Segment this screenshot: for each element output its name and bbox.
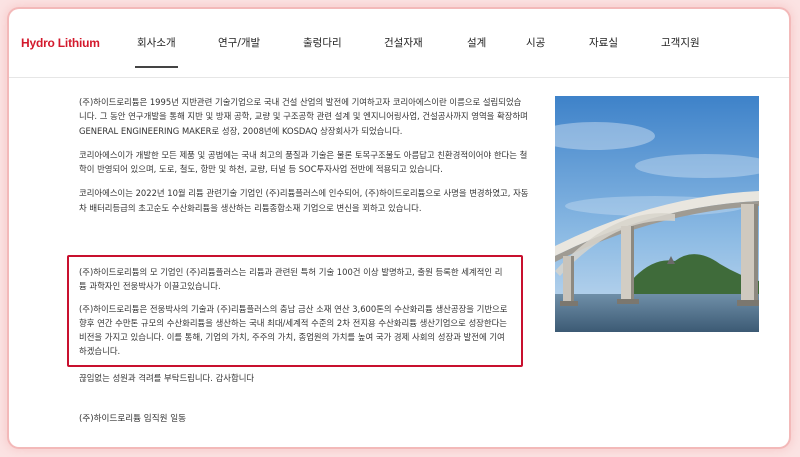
nav-item-support[interactable]: 고객지원 xyxy=(661,35,700,50)
intro-paragraph-1: (주)하이드로리튬은 1995년 지반관련 기술기업으로 국내 건설 산업의 발… xyxy=(79,97,528,136)
closing-text: 끊임없는 성원과 격려를 부탁드립니다. 감사합니다 xyxy=(79,373,255,383)
company-intro-text: (주)하이드로리튬은 1995년 지반관련 기술기업으로 국내 건설 산업의 발… xyxy=(79,95,529,225)
nav-item-research[interactable]: 연구/개발 xyxy=(218,35,260,50)
highlight-text: (주)하이드로리튬의 모 기업인 (주)리튬플러스는 리튬과 관련된 특허 기술… xyxy=(79,265,509,367)
browser-frame: Hydro Lithium 회사소개 연구/개발 출렁다리 건설자재 설계 시공… xyxy=(9,9,789,447)
intro-paragraph-2: 코리아에스이가 개발한 모든 제품 및 공법에는 국내 최고의 품질과 기술은 … xyxy=(79,149,528,175)
nav-item-company[interactable]: 회사소개 xyxy=(135,35,178,68)
nav-item-construction[interactable]: 시공 xyxy=(526,35,545,50)
highlight-paragraph-2: (주)하이드로리튬은 전웅박사의 기술과 (주)리튬플러스의 충남 금산 소재 … xyxy=(79,303,508,357)
highlight-paragraph-1: (주)하이드로리튬의 모 기업인 (주)리튬플러스는 리튬과 관련된 특허 기술… xyxy=(79,267,503,292)
bridge-photo xyxy=(555,96,759,332)
site-header: Hydro Lithium 회사소개 연구/개발 출렁다리 건설자재 설계 시공… xyxy=(9,9,789,78)
signature-text: (주)하이드로리튬 임직원 일동 xyxy=(79,414,187,424)
intro-paragraph-3: 코리아에스이는 2022년 10월 리튬 관련기술 기업인 (주)리튬플러스에 … xyxy=(79,188,529,213)
nav-item-materials[interactable]: 건설자재 xyxy=(384,35,423,50)
site-logo[interactable]: Hydro Lithium xyxy=(21,36,100,50)
nav-item-archive[interactable]: 자료실 xyxy=(589,35,618,50)
nav-item-suspension-bridge[interactable]: 출렁다리 xyxy=(303,35,342,50)
nav-item-design[interactable]: 설계 xyxy=(467,35,486,50)
